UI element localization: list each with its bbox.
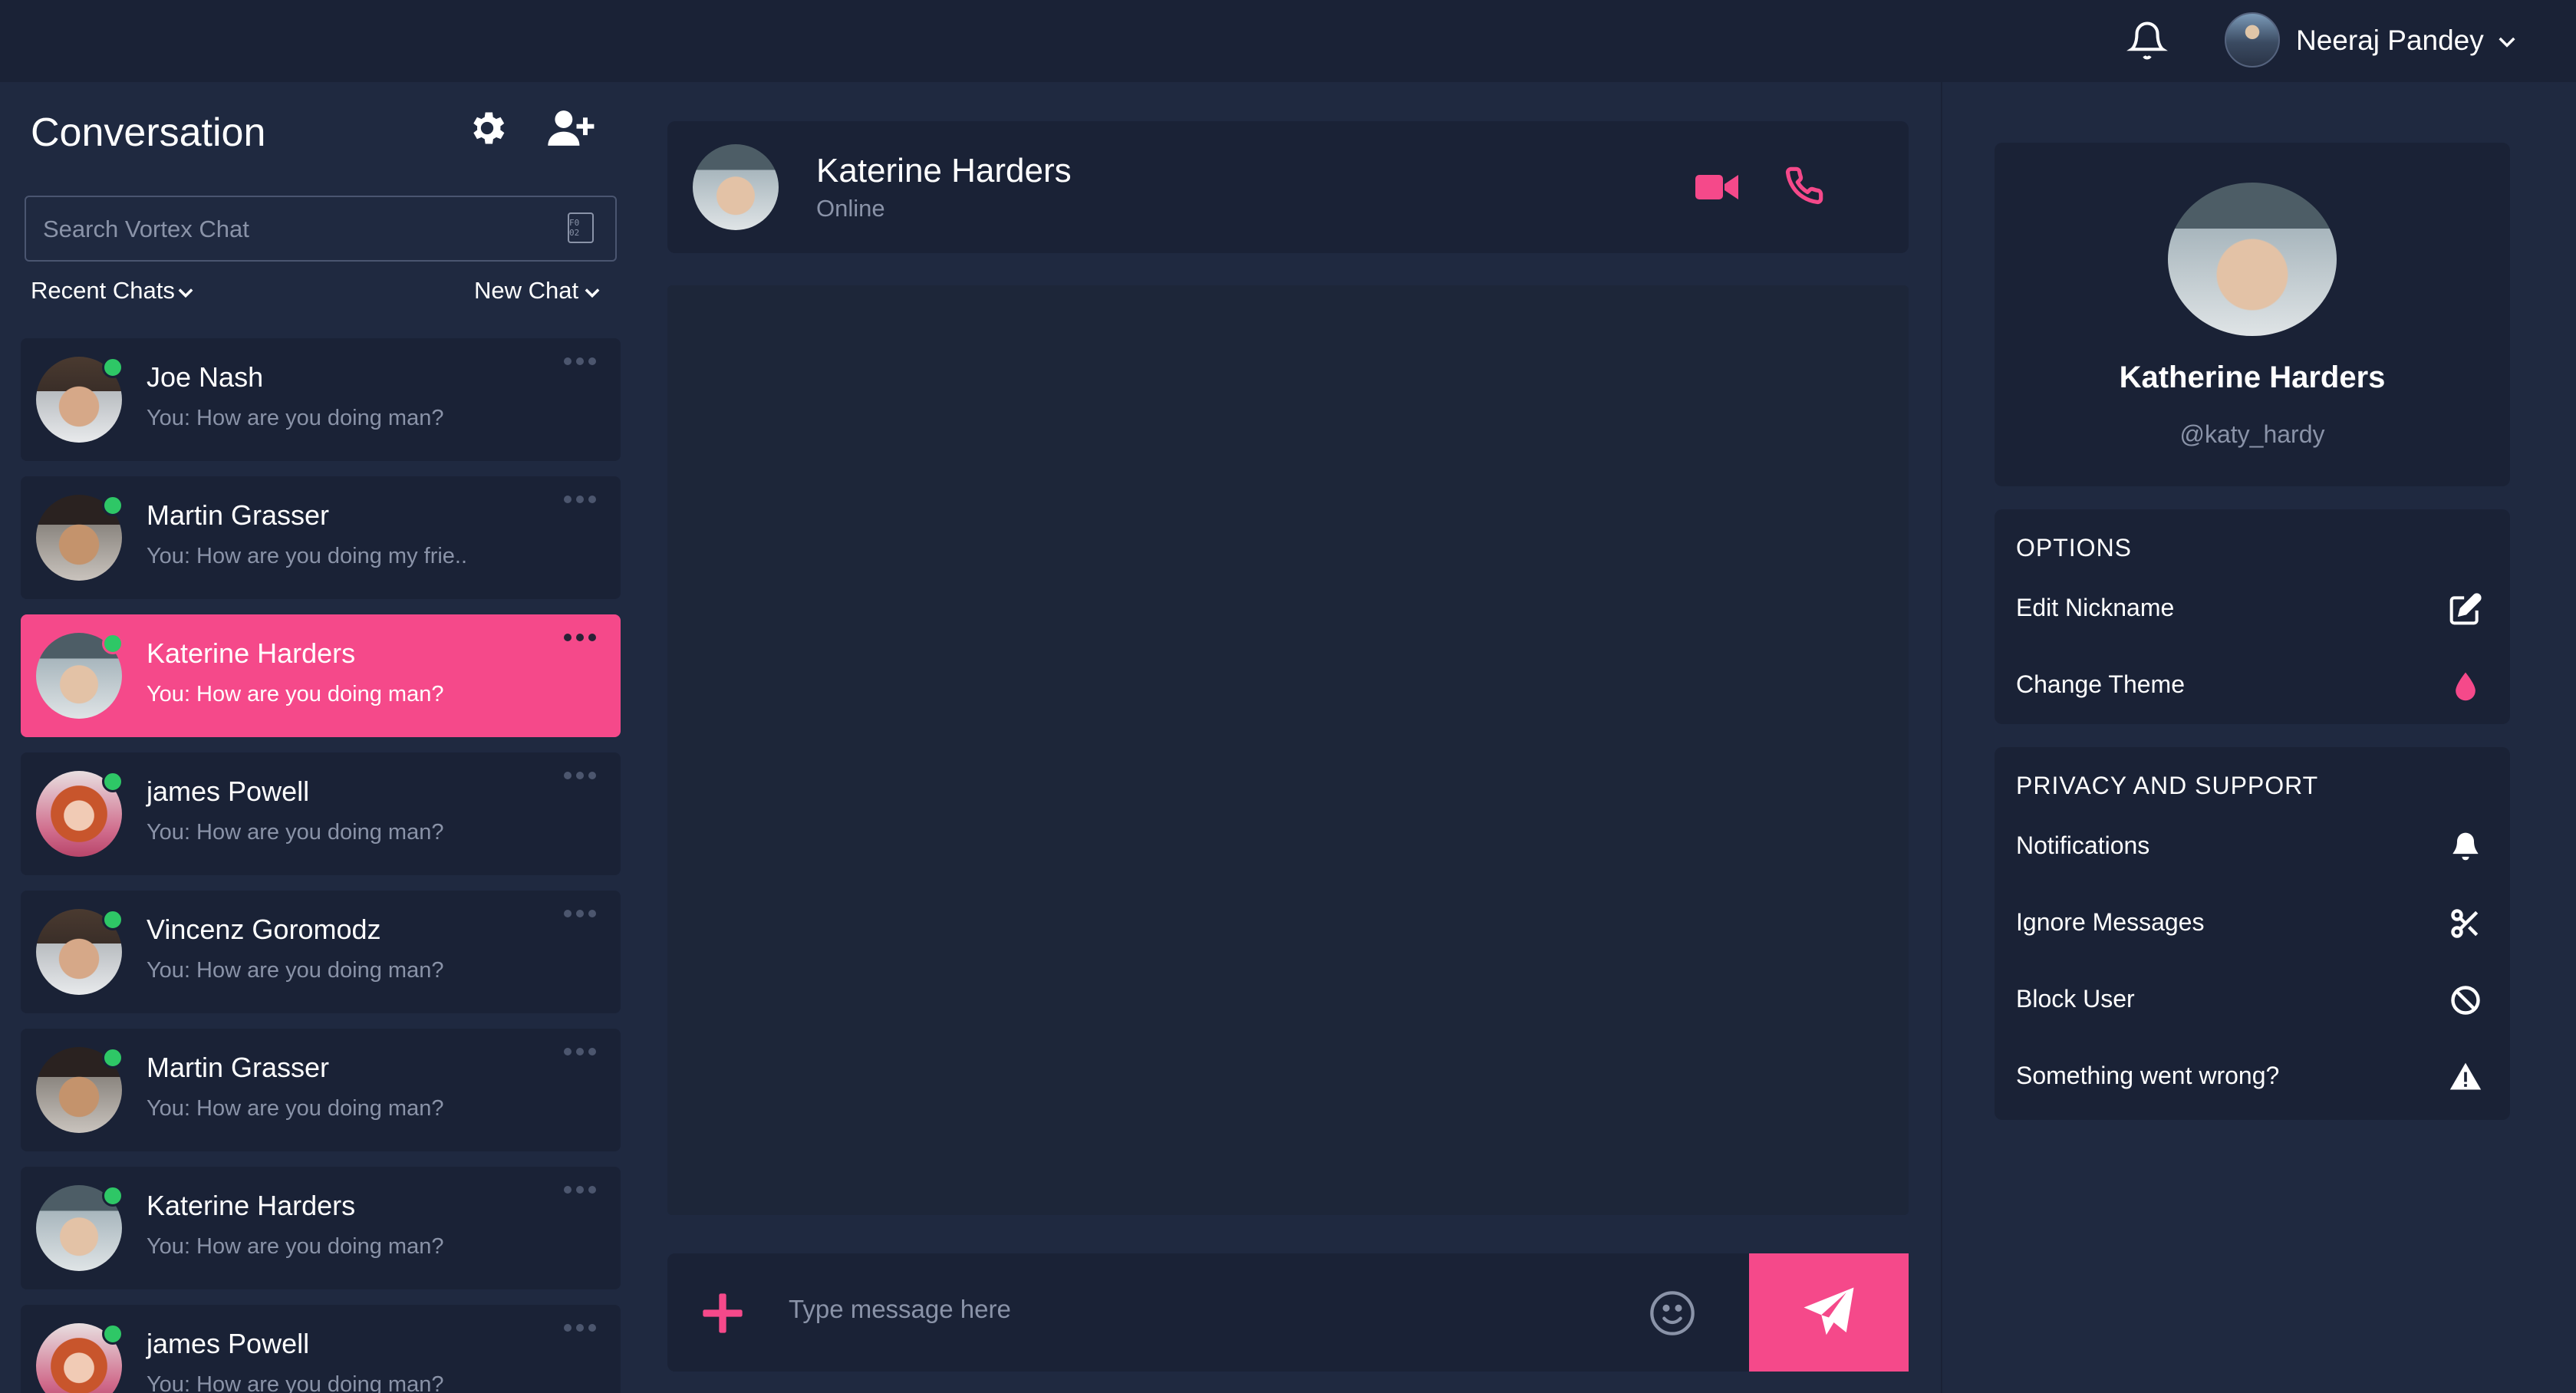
chat-list-item-active[interactable]: Katerine Harders You: How are you doing … xyxy=(21,614,621,737)
chat-preview: You: How are you doing man? xyxy=(147,1096,444,1121)
chat-list-item[interactable]: Katerine Harders You: How are you doing … xyxy=(21,1167,621,1289)
option-label: Change Theme xyxy=(2016,670,2185,698)
option-change-theme[interactable]: Change Theme xyxy=(1995,663,2510,709)
avatar[interactable] xyxy=(693,144,779,230)
more-dots-icon[interactable] xyxy=(562,1046,598,1058)
message-composer: Type message here xyxy=(667,1253,1751,1372)
contact-status: Online xyxy=(816,195,885,222)
option-label: Edit Nickname xyxy=(2016,594,2175,621)
chat-list-item[interactable]: Joe Nash You: How are you doing man? xyxy=(21,338,621,461)
chat-name: Joe Nash xyxy=(147,361,264,393)
search-input[interactable]: Search Vortex Chat F0 02 xyxy=(25,196,617,262)
send-button[interactable] xyxy=(1749,1253,1909,1372)
option-block-user[interactable]: Block User xyxy=(1995,977,2510,1023)
gear-icon[interactable] xyxy=(466,107,509,150)
chat-header: Katerine Harders Online xyxy=(667,121,1909,253)
option-notifications[interactable]: Notifications xyxy=(1995,824,2510,870)
option-label: Block User xyxy=(2016,985,2135,1013)
chat-name: Martin Grasser xyxy=(147,499,330,531)
chat-preview: You: How are you doing man? xyxy=(147,682,444,706)
online-indicator xyxy=(102,1185,124,1207)
online-indicator xyxy=(102,633,124,654)
chat-list-item[interactable]: james Powell You: How are you doing man? xyxy=(21,752,621,875)
section-title: PRIVACY AND SUPPORT xyxy=(2016,772,2319,799)
top-bar: Neeraj Pandey xyxy=(0,0,2576,82)
message-area[interactable] xyxy=(667,285,1909,1215)
online-indicator xyxy=(102,1323,124,1345)
more-dots-icon[interactable] xyxy=(562,1322,598,1334)
scissors-icon xyxy=(2451,909,2479,938)
message-input[interactable]: Type message here xyxy=(789,1295,1011,1324)
username-label[interactable]: Neeraj Pandey xyxy=(2296,25,2484,57)
more-dots-icon[interactable] xyxy=(562,631,598,644)
emoji-icon[interactable] xyxy=(1648,1289,1697,1338)
sidebar-title: Conversation xyxy=(31,110,266,155)
section-title: OPTIONS xyxy=(2016,534,2133,561)
video-call-icon[interactable] xyxy=(1695,170,1738,204)
chevron-down-icon[interactable] xyxy=(581,282,603,303)
online-indicator xyxy=(102,909,124,930)
more-dots-icon[interactable] xyxy=(562,907,598,920)
chat-list-item[interactable]: Martin Grasser You: How are you doing ma… xyxy=(21,1029,621,1151)
droplet-icon xyxy=(2456,672,2476,701)
phone-icon[interactable] xyxy=(1784,166,1824,206)
chat-list-item[interactable]: Martin Grasser You: How are you doing my… xyxy=(21,476,621,599)
more-dots-icon[interactable] xyxy=(562,493,598,505)
bell-icon[interactable] xyxy=(2126,20,2168,61)
chat-preview: You: How are you doing man? xyxy=(147,406,444,430)
user-avatar[interactable] xyxy=(2225,12,2280,68)
contact-name: Katerine Harders xyxy=(816,152,1072,189)
chat-name: Vincenz Goromodz xyxy=(147,914,381,945)
chat-list-item[interactable]: Vincenz Goromodz You: How are you doing … xyxy=(21,891,621,1013)
chat-name: Katerine Harders xyxy=(147,637,356,669)
more-dots-icon[interactable] xyxy=(562,355,598,367)
online-indicator xyxy=(102,495,124,516)
warning-icon xyxy=(2449,1062,2482,1090)
chat-name: james Powell xyxy=(147,776,310,807)
options-panel: OPTIONS Edit Nickname Change Theme xyxy=(1995,509,2510,724)
chat-list-item[interactable]: james Powell You: How are you doing man? xyxy=(21,1305,621,1393)
profile-handle: @katy_hardy xyxy=(2179,420,2325,448)
bell-icon xyxy=(2452,832,2479,861)
online-indicator xyxy=(102,771,124,792)
chevron-down-icon[interactable] xyxy=(175,282,196,303)
more-dots-icon[interactable] xyxy=(562,1184,598,1196)
search-placeholder: Search Vortex Chat xyxy=(43,216,249,242)
block-icon xyxy=(2451,986,2480,1015)
chat-preview: You: How are you doing my frie.. xyxy=(147,544,468,568)
chat-preview: You: How are you doing man? xyxy=(147,1372,444,1393)
profile-card: Katherine Harders @katy_hardy xyxy=(1995,143,2510,486)
chat-name: Katerine Harders xyxy=(147,1190,356,1221)
profile-name: Katherine Harders xyxy=(2119,361,2386,394)
chat-name: james Powell xyxy=(147,1328,310,1359)
scan-icon[interactable]: F0 02 xyxy=(568,212,594,243)
chat-preview: You: How are you doing man? xyxy=(147,1234,444,1259)
plus-icon[interactable] xyxy=(701,1292,744,1335)
option-report-problem[interactable]: Something went wrong? xyxy=(1995,1054,2510,1100)
chat-preview: You: How are you doing man? xyxy=(147,958,444,983)
add-user-icon[interactable] xyxy=(546,105,595,151)
privacy-support-panel: PRIVACY AND SUPPORT Notifications Ignore… xyxy=(1995,747,2510,1120)
avatar[interactable] xyxy=(2168,183,2337,336)
column-divider xyxy=(1941,82,1942,1393)
chat-name: Martin Grasser xyxy=(147,1052,330,1083)
new-chat-label[interactable]: New Chat xyxy=(474,277,578,305)
more-dots-icon[interactable] xyxy=(562,769,598,782)
option-label: Ignore Messages xyxy=(2016,908,2205,936)
chevron-down-icon[interactable] xyxy=(2495,29,2519,54)
online-indicator xyxy=(102,1047,124,1069)
chat-preview: You: How are you doing man? xyxy=(147,820,444,845)
recent-chats-label[interactable]: Recent Chats xyxy=(31,277,175,305)
option-edit-nickname[interactable]: Edit Nickname xyxy=(1995,586,2510,632)
option-label: Notifications xyxy=(2016,832,2150,859)
send-icon xyxy=(1804,1287,1854,1335)
edit-icon xyxy=(2449,593,2482,625)
conversation-sidebar: Conversation Search Vortex Chat F0 02 Re… xyxy=(0,82,640,1393)
option-label: Something went wrong? xyxy=(2016,1062,2280,1089)
online-indicator xyxy=(102,357,124,378)
option-ignore-messages[interactable]: Ignore Messages xyxy=(1995,901,2510,947)
